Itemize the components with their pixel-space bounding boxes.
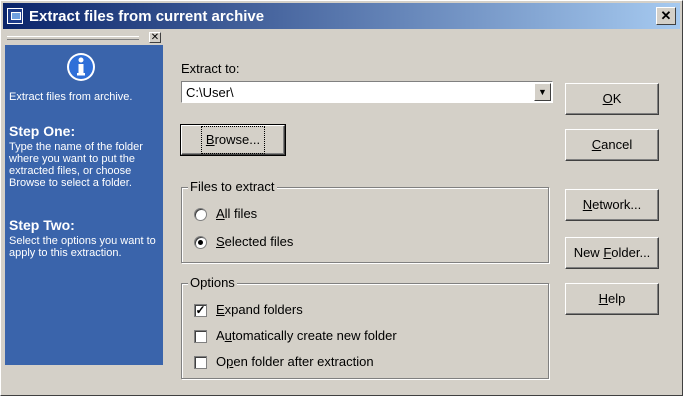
- app-icon: [7, 8, 23, 24]
- extract-to-label: Extract to:: [181, 61, 240, 76]
- browse-label: rowse...: [214, 132, 261, 147]
- new-folder-label: older...: [611, 245, 651, 260]
- options-group-title: Options: [188, 275, 237, 290]
- auto-create-folder-checkbox[interactable]: [194, 330, 207, 343]
- title-bar[interactable]: Extract files from current archive ✕: [3, 3, 680, 29]
- extract-dialog: Extract files from current archive ✕ ✕ E…: [0, 0, 683, 396]
- auto-create-prefix: A: [216, 328, 225, 343]
- network-label: etwork...: [592, 197, 642, 212]
- open-after-extraction-checkbox[interactable]: [194, 356, 207, 369]
- new-folder-button[interactable]: New Folder...: [565, 237, 659, 269]
- selected-files-label[interactable]: Selected files: [216, 234, 293, 249]
- info-icon: [67, 53, 95, 81]
- grip-handle[interactable]: [7, 36, 139, 40]
- cancel-button[interactable]: Cancel: [565, 129, 659, 161]
- selected-files-text: elected files: [224, 234, 294, 249]
- all-files-label[interactable]: All files: [216, 206, 257, 221]
- auto-create-folder-label[interactable]: Automatically create new folder: [216, 328, 397, 343]
- sidepane-header: ✕: [5, 31, 163, 45]
- expand-mnemonic: E: [216, 302, 225, 317]
- expand-text: xpand folders: [224, 302, 303, 317]
- cancel-label: ancel: [601, 137, 633, 152]
- step-one-text: Type the name of the folder where you wa…: [9, 141, 143, 189]
- open-after-text: en folder after extraction: [233, 354, 374, 369]
- expand-folders-label[interactable]: Expand folders: [216, 302, 303, 317]
- pane-close-icon[interactable]: ✕: [149, 32, 161, 43]
- extract-to-value[interactable]: C:\User\: [186, 85, 234, 100]
- ok-button[interactable]: OK: [565, 83, 659, 115]
- help-button[interactable]: Help: [565, 283, 659, 315]
- sidepane-intro: Extract files from archive.: [9, 91, 133, 103]
- dropdown-arrow-icon[interactable]: ▼: [534, 83, 551, 101]
- step-two-title: Step Two:: [9, 217, 75, 233]
- auto-create-mnemonic: u: [224, 328, 232, 343]
- all-files-text: ll files: [224, 206, 258, 221]
- open-after-prefix: O: [216, 354, 227, 369]
- browse-button[interactable]: Browse...: [180, 124, 286, 156]
- network-mnemonic: N: [582, 197, 593, 212]
- new-folder-prefix: New: [573, 245, 604, 260]
- ok-mnemonic: O: [602, 91, 613, 106]
- selected-files-mnemonic: S: [216, 234, 225, 249]
- close-icon[interactable]: ✕: [656, 7, 676, 25]
- help-sidepane: Extract files from archive. Step One: Ty…: [5, 45, 163, 365]
- window-title: Extract files from current archive: [29, 7, 265, 25]
- help-label: elp: [608, 291, 626, 306]
- extract-to-combo[interactable]: C:\User\ ▼: [181, 81, 553, 103]
- step-two-text: Select the options you want to apply to …: [9, 235, 156, 259]
- help-mnemonic: H: [598, 291, 609, 306]
- open-after-extraction-label[interactable]: Open folder after extraction: [216, 354, 374, 369]
- expand-folders-checkbox[interactable]: ✓: [194, 304, 207, 317]
- all-files-radio[interactable]: [194, 208, 207, 221]
- browse-focus-box: Browse...: [200, 126, 266, 154]
- browse-mnemonic: B: [205, 132, 215, 147]
- step-one-title: Step One:: [9, 123, 76, 139]
- files-group-title: Files to extract: [188, 179, 277, 194]
- network-button[interactable]: Network...: [565, 189, 659, 221]
- files-to-extract-group: Files to extract All files Selected file…: [181, 179, 549, 263]
- cancel-mnemonic: C: [591, 137, 602, 152]
- auto-create-text: tomatically create new folder: [231, 328, 397, 343]
- ok-label: K: [612, 91, 622, 106]
- options-group: Options ✓ Expand folders Automatically c…: [181, 275, 549, 379]
- selected-files-radio[interactable]: [194, 236, 207, 249]
- all-files-mnemonic: A: [216, 206, 225, 221]
